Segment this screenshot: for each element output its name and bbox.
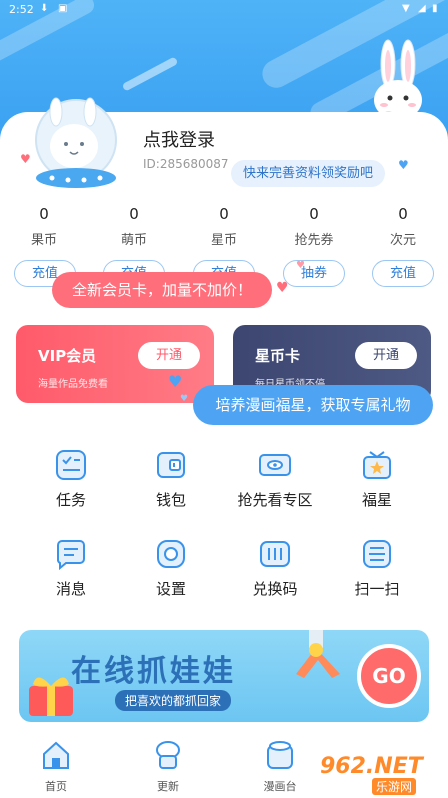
stat-value: 0: [39, 205, 49, 223]
download-icon: ⬇: [40, 3, 49, 14]
site-watermark: 962.NET 乐游网: [312, 752, 442, 795]
settings-icon: [157, 540, 185, 568]
status-bar: 2:52 ⬇ ▣ ▼ ◢ ▮: [0, 0, 448, 20]
tab-label: 更新: [157, 780, 179, 793]
comic-stage-icon: [267, 741, 293, 769]
stat-guobi[interactable]: 0 果币: [4, 205, 84, 248]
currency-stats: 0 果币 0 萌币 0 星币 0 抢先券 0 次元: [0, 205, 448, 251]
battery-icon: ▮: [432, 3, 438, 14]
claw-icon: [296, 630, 340, 678]
home-icon: [43, 741, 69, 769]
menu-item-redeem-code[interactable]: 兑换码: [225, 537, 325, 607]
vip-open-button[interactable]: 开通: [138, 342, 200, 369]
stat-value: 0: [398, 205, 408, 223]
menu-item-settings[interactable]: 设置: [121, 537, 221, 607]
menu-label: 钱包: [155, 491, 186, 509]
claw-machine-banner[interactable]: 在线抓娃娃 把喜欢的都抓回家 GO: [19, 630, 429, 722]
recharge-button-ciyuan[interactable]: 充值: [372, 260, 434, 287]
user-id: ID:285680087: [143, 157, 229, 171]
stat-label: 次元: [389, 233, 416, 248]
star-card-title: 星币卡: [255, 347, 301, 365]
member-card-tip[interactable]: 全新会员卡，加量不加价！: [52, 272, 272, 308]
gift-star-icon: [363, 451, 391, 479]
banner-subtitle: 把喜欢的都抓回家: [115, 690, 232, 711]
heart-decoration-icon: ♥: [180, 394, 189, 404]
heart-decoration-icon: ♥: [398, 158, 409, 172]
stat-xingbi[interactable]: 0 星币: [184, 205, 264, 248]
tab-update[interactable]: 更新: [128, 738, 208, 794]
menu-label: 消息: [55, 580, 86, 598]
tab-home[interactable]: 首页: [16, 738, 96, 794]
wifi-icon: ▼: [402, 3, 410, 14]
menu-item-wallet[interactable]: 钱包: [121, 448, 221, 518]
status-time: 2:52: [9, 3, 34, 16]
stat-label: 抢先券: [294, 233, 334, 248]
heart-decoration-icon: ♥: [276, 280, 289, 296]
avatar[interactable]: [26, 96, 126, 190]
watermark-brand: 962.NET: [320, 754, 423, 779]
heart-decoration-icon: ♥: [20, 152, 31, 166]
redeem-code-icon: [260, 541, 290, 567]
stat-value: 0: [129, 205, 139, 223]
stat-qiangxianquan[interactable]: 0 抢先券: [274, 205, 354, 248]
menu-label: 兑换码: [252, 580, 298, 598]
menu-item-fortune-star[interactable]: 福星: [327, 448, 427, 518]
draw-ticket-button[interactable]: 抽券: [283, 260, 345, 287]
menu-label: 任务: [55, 491, 86, 509]
vip-card[interactable]: VIP会员 海量作品免费看 开通: [16, 325, 214, 403]
scan-icon: [363, 540, 391, 568]
heart-decoration-icon: ♥: [168, 372, 183, 391]
stat-mengbi[interactable]: 0 萌币: [94, 205, 174, 248]
login-button[interactable]: 点我登录: [143, 126, 215, 152]
wallet-icon: [157, 452, 185, 478]
stat-value: 0: [309, 205, 319, 223]
vip-card-title: VIP会员: [38, 347, 97, 365]
vip-card-subtitle: 海量作品免费看: [38, 379, 108, 390]
fortune-star-tip[interactable]: 培养漫画福星，获取专属礼物: [193, 385, 433, 425]
menu-label: 设置: [155, 580, 186, 598]
menu-item-preview-zone[interactable]: 抢先看专区: [225, 448, 325, 518]
complete-profile-tip[interactable]: 快来完善资料领奖励吧: [231, 160, 386, 187]
heart-decoration-icon: ♥: [296, 260, 305, 271]
message-icon: [56, 540, 85, 571]
app-notification-icon: ▣: [58, 3, 68, 14]
stat-label: 果币: [30, 233, 57, 248]
stat-value: 0: [219, 205, 229, 223]
tab-label: 首页: [45, 780, 67, 793]
tab-label: 漫画台: [263, 780, 297, 793]
menu-label: 抢先看专区: [237, 491, 313, 509]
task-list-icon: [56, 450, 86, 480]
preview-ticket-icon: [259, 454, 291, 476]
stat-label: 星币: [210, 233, 237, 248]
menu-item-scan[interactable]: 扫一扫: [327, 537, 427, 607]
menu-label: 福星: [361, 491, 392, 509]
menu-label: 扫一扫: [354, 580, 400, 598]
banner-go-button[interactable]: GO: [357, 644, 421, 708]
watermark-sub: 乐游网: [372, 778, 417, 795]
star-card-open-button[interactable]: 开通: [355, 342, 417, 369]
update-icon: [156, 741, 180, 769]
banner-title: 在线抓娃娃: [71, 654, 236, 689]
menu-item-task[interactable]: 任务: [21, 448, 121, 518]
signal-icon: ◢: [418, 3, 426, 14]
stat-ciyuan[interactable]: 0 次元: [363, 205, 443, 248]
stat-label: 萌币: [120, 233, 147, 248]
menu-item-messages[interactable]: 消息: [21, 537, 121, 607]
tab-comic-stage[interactable]: 漫画台: [240, 738, 320, 794]
